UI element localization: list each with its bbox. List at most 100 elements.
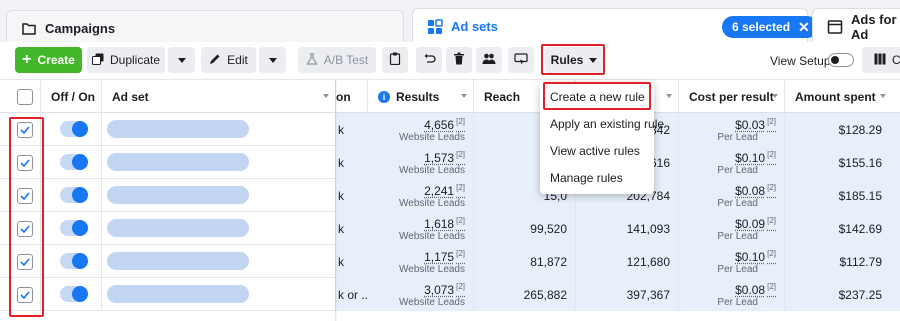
column-header-amount-spent[interactable]: Amount spent [785,80,900,113]
column-header-ad-set[interactable]: Ad set [102,80,336,113]
audience-button[interactable] [476,47,502,73]
checkbox-column-highlight [9,117,44,317]
ad-set-name-redacted[interactable] [107,153,249,171]
result-type: Website Leads [399,165,465,176]
results-value[interactable]: 1,618 [2] [424,216,465,231]
cost-number: $0.08 [735,184,766,198]
select-all-checkbox[interactable] [17,89,33,105]
ad-set-name-redacted[interactable] [107,285,249,303]
column-header-cost-per-result[interactable]: Cost per result [679,80,785,113]
cost-per-result-value[interactable]: $0.10 [2] [735,249,776,264]
ad-set-status-toggle[interactable] [60,154,88,170]
toggle-cell [41,113,102,146]
info-icon[interactable]: i [378,90,390,103]
cost-per-result-value[interactable]: $0.08 [2] [735,183,776,198]
ab-test-button[interactable]: A/B Test [298,47,376,73]
menu-item-manage-rules[interactable]: Manage rules [540,164,654,191]
ad-set-name-cell [102,245,336,278]
table-row[interactable]: k 2,241 [2] Website Leads 15,0 202,784 $0.08 [2… [0,179,900,212]
table-row[interactable]: k 1,618 [2] Website Leads 99,520 141,093 $0.09… [0,212,900,245]
cost-per-result-label: Cost per result [689,89,774,104]
amount-spent-value: $185.15 [838,189,882,203]
menu-item-view-rules[interactable]: View active rules [540,137,654,164]
table-row[interactable]: k4,656[2]Website Leads25,842$0.03[2]Per … [0,113,900,146]
folder-icon [21,21,37,37]
results-value[interactable]: 3,073 [2] [424,282,465,297]
clipboard-button[interactable] [382,47,408,73]
delivery-cell: k [336,113,368,146]
cost-per-result-value[interactable]: $0.08 [2] [735,282,776,297]
tab-ads[interactable]: Ads for 6 Ad [812,8,900,44]
ad-set-status-toggle[interactable] [60,253,88,269]
edit-menu-button[interactable] [259,47,286,73]
ad-set-name-redacted[interactable] [107,252,249,270]
toggle-cell [41,179,102,212]
select-all-cell [0,80,41,113]
ad-set-status-toggle[interactable] [60,121,88,137]
result-type: Website Leads [399,264,465,275]
duplicate-menu-button[interactable] [168,47,195,73]
cost-number: $0.10 [735,250,766,264]
amount-spent-value: $142.69 [838,222,882,236]
result-type: Website Leads [399,297,465,308]
sort-icon[interactable] [666,94,672,98]
results-cell: 3,073 [2] Website Leads [368,278,474,311]
sort-icon[interactable] [461,94,467,98]
results-value[interactable]: 1,573 [2] [424,150,465,165]
ad-set-status-toggle[interactable] [60,286,88,302]
sort-icon[interactable] [880,94,886,98]
table-body: k4,656[2]Website Leads25,842$0.03[2]Per … [0,113,900,321]
cost-per-result-value[interactable]: $0.03 [2] [735,117,776,132]
results-value[interactable]: 2,241 [2] [424,183,465,198]
impressions-value: 121,680 [626,255,670,269]
column-header-delivery[interactable]: on [336,80,368,113]
impressions-value: 397,367 [626,288,670,302]
tab-campaigns-label: Campaigns [45,21,116,36]
results-value[interactable]: 4,656 [2] [424,117,465,132]
preview-button[interactable] [508,47,534,73]
results-value[interactable]: 1,175 [2] [424,249,465,264]
delete-button[interactable] [446,47,472,73]
undo-button[interactable] [416,47,442,73]
column-header-results[interactable]: i Results [368,80,474,113]
table-row[interactable]: k1,573[2]Website Leads10,616$0.10[2]Per … [0,146,900,179]
duplicate-button[interactable]: Duplicate [87,47,165,73]
selected-count-badge[interactable]: 6 selected ✕ [722,16,818,38]
cost-unit: Per Lead [717,297,758,308]
sort-icon[interactable] [772,94,778,98]
impressions-value: 141,093 [626,222,670,236]
create-button[interactable]: + Create [15,47,82,73]
table-row[interactable]: k 1,175 [2] Website Leads 81,872 121,680 $0.10… [0,245,900,278]
reach-cell: 265,882 [474,278,576,311]
close-icon[interactable]: ✕ [798,20,810,34]
column-header-off-on[interactable]: Off / On [41,80,102,113]
results-cell: 1,618 [2] Website Leads [368,212,474,245]
results-number: 4,656 [424,118,455,132]
cost-unit: Per Lead [717,264,758,275]
selected-count-label: 6 selected [732,20,791,34]
reach-value: 265,882 [523,288,567,302]
edit-button[interactable]: Edit [201,47,256,73]
ad-set-status-toggle[interactable] [60,220,88,236]
toggle-cell [41,212,102,245]
table-row[interactable]: k or ...3,073[2]Website Leads265,882397,… [0,278,900,311]
cost-per-result-cell: $0.10 [2] Per Lead [679,146,785,179]
tab-campaigns[interactable]: Campaigns [6,10,404,46]
frozen-column-divider [335,80,337,321]
results-footnote: [2] [456,183,465,192]
ad-set-status-toggle[interactable] [60,187,88,203]
rules-button-highlight [541,44,605,75]
columns-button[interactable]: Col [862,47,900,73]
ad-set-name-redacted[interactable] [107,219,249,237]
view-setup-toggle[interactable] [828,53,854,67]
duplicate-label: Duplicate [109,53,161,67]
menu-item-apply-rule[interactable]: Apply an existing rule [540,110,664,137]
ad-set-name-cell [102,212,336,245]
ad-set-name-redacted[interactable] [107,120,249,138]
cost-number: $0.10 [735,151,766,165]
sort-icon[interactable] [323,94,329,98]
cost-per-result-value[interactable]: $0.10 [2] [735,150,776,165]
ad-set-name-redacted[interactable] [107,186,249,204]
cost-per-result-value[interactable]: $0.09 [2] [735,216,776,231]
amount-spent-value: $155.16 [838,156,882,170]
